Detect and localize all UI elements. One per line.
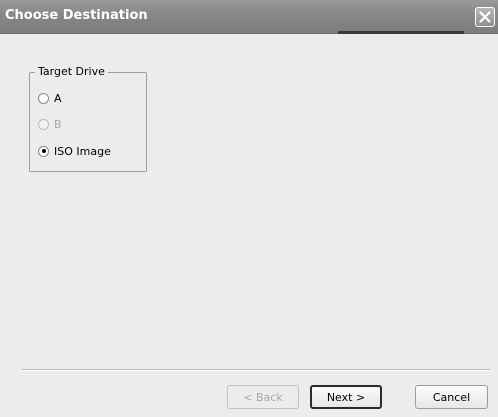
cancel-button[interactable]: Cancel	[415, 385, 488, 409]
radio-option-b: B	[38, 116, 62, 132]
radio-iso-image[interactable]	[38, 145, 49, 157]
title-bar[interactable]: Choose Destination	[0, 0, 498, 34]
radio-b-label: B	[54, 117, 62, 131]
radio-iso-image-label: ISO Image	[54, 144, 111, 158]
footer-separator	[22, 369, 490, 371]
radio-a-label: A	[54, 91, 62, 105]
window-title: Choose Destination	[5, 8, 148, 23]
radio-b	[38, 118, 49, 130]
choose-destination-dialog: Choose Destination Target Drive A B ISO …	[0, 0, 498, 417]
target-drive-group: Target Drive A B ISO Image	[29, 65, 147, 172]
radio-option-iso-image[interactable]: ISO Image	[38, 143, 111, 159]
close-icon	[479, 11, 491, 23]
close-button[interactable]	[475, 7, 495, 27]
next-button[interactable]: Next >	[310, 385, 382, 409]
title-bar-decoration	[338, 31, 464, 34]
radio-a[interactable]	[38, 92, 49, 104]
target-drive-legend: Target Drive	[35, 65, 108, 78]
radio-option-a[interactable]: A	[38, 90, 62, 106]
back-button: < Back	[227, 385, 299, 409]
